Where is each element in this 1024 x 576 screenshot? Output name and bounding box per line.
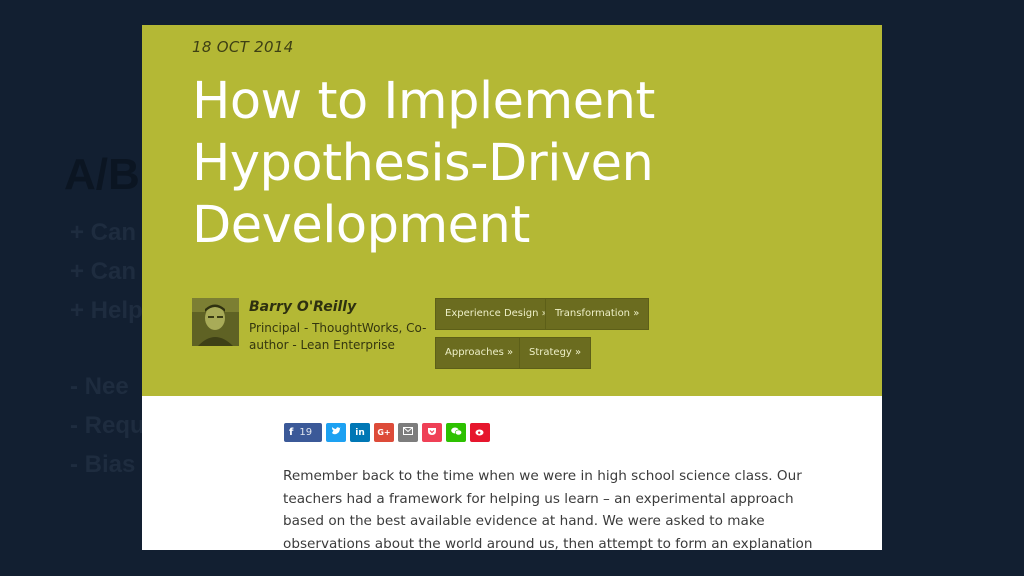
article-date: 18 OCT 2014 xyxy=(192,38,294,56)
facebook-share-count: 19 xyxy=(299,427,313,438)
slide-bullet: - Bias xyxy=(70,451,136,478)
article-title: How to Implement Hypothesis-Driven Devel… xyxy=(192,71,832,257)
slide-bullet: + Help xyxy=(70,297,143,324)
wechat-share-button[interactable] xyxy=(446,423,466,442)
linkedin-icon: in xyxy=(355,427,365,438)
author-role: Principal - ThoughtWorks, Co-author - Le… xyxy=(249,321,427,352)
google-plus-share-button[interactable]: G+ xyxy=(374,423,394,442)
author-avatar[interactable] xyxy=(192,298,239,346)
article-body-paragraph: Remember back to the time when we were i… xyxy=(283,468,813,550)
tag-transformation[interactable]: Transformation » xyxy=(545,298,650,330)
email-icon xyxy=(403,427,413,438)
article-title-line: Development xyxy=(192,196,530,255)
slide-bullet: + Can xyxy=(70,219,137,246)
tag-approaches[interactable]: Approaches » xyxy=(435,337,524,369)
article-title-line: How to Implement xyxy=(192,72,655,131)
email-share-button[interactable] xyxy=(398,423,418,442)
twitter-share-button[interactable] xyxy=(326,423,346,442)
pocket-share-button[interactable] xyxy=(422,423,442,442)
facebook-share-button[interactable]: f 19 xyxy=(284,423,322,442)
weibo-share-button[interactable] xyxy=(470,423,490,442)
slide-bullet: - Requ xyxy=(70,412,145,439)
article-hero: 18 OCT 2014 How to Implement Hypothesis-… xyxy=(142,25,882,396)
slide-bullet: - Nee xyxy=(70,373,129,400)
google-plus-icon: G+ xyxy=(377,428,391,437)
twitter-icon xyxy=(331,426,341,439)
facebook-icon: f xyxy=(289,427,294,438)
pocket-icon xyxy=(427,427,437,439)
author-name[interactable]: Barry O'Reilly xyxy=(249,299,356,315)
slide-bullet: + Can xyxy=(70,258,137,285)
slide-title: A/B xyxy=(64,150,140,199)
share-bar: f 19 in G+ xyxy=(284,423,490,443)
tag-experience-design[interactable]: Experience Design » xyxy=(435,298,558,330)
wechat-icon xyxy=(450,427,462,439)
article-title-line: Hypothesis-Driven xyxy=(192,134,654,193)
article-screenshot: 18 OCT 2014 How to Implement Hypothesis-… xyxy=(142,25,882,550)
slide-bullet-list: + Can + Can + Help - Nee - Requ - Bias xyxy=(70,218,145,489)
weibo-icon xyxy=(475,427,485,439)
tag-strategy[interactable]: Strategy » xyxy=(519,337,592,369)
linkedin-share-button[interactable]: in xyxy=(350,423,370,442)
